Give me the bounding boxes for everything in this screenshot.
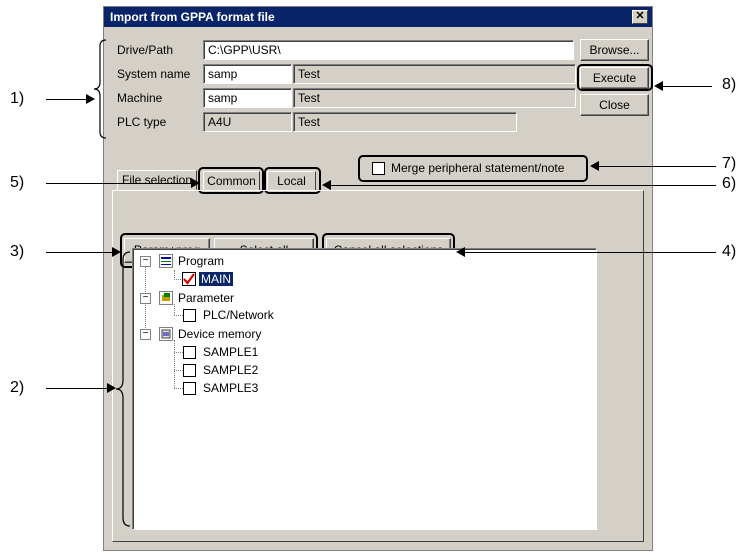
callout-5-arrow xyxy=(191,178,200,188)
callout-5: 5) xyxy=(10,174,25,191)
callout-8-line xyxy=(662,86,712,87)
drive-path-field[interactable]: C:\GPP\USR\ xyxy=(203,40,574,60)
collapse-icon[interactable]: − xyxy=(140,256,151,267)
system-name-field[interactable]: samp xyxy=(203,64,292,84)
execute-button[interactable]: Execute xyxy=(580,67,649,89)
tree-node-parameter[interactable]: Parameter xyxy=(178,291,234,305)
sample2-checkbox[interactable] xyxy=(183,364,196,377)
tree-node-main[interactable]: MAIN xyxy=(199,272,233,286)
tree-node-sample2[interactable]: SAMPLE2 xyxy=(203,363,258,377)
plc-type-field: A4U xyxy=(203,112,292,132)
program-icon xyxy=(159,254,173,268)
callout-3-line xyxy=(46,252,113,253)
callout-2: 2) xyxy=(10,379,25,396)
drive-path-label: Drive/Path xyxy=(117,43,174,57)
callout-3-arrow xyxy=(112,247,121,257)
callout-4: 4) xyxy=(722,243,737,260)
tree-line xyxy=(174,340,175,388)
callout-7: 7) xyxy=(722,155,737,172)
sample1-checkbox[interactable] xyxy=(183,346,196,359)
merge-checkbox[interactable] xyxy=(372,162,385,175)
callout-1: 1) xyxy=(10,90,25,107)
plc-type-label: PLC type xyxy=(117,115,167,129)
collapse-icon[interactable]: − xyxy=(140,329,151,340)
callout-5-line xyxy=(46,183,192,184)
tree-node-plc-network[interactable]: PLC/Network xyxy=(203,308,274,322)
tree-node-sample1[interactable]: SAMPLE1 xyxy=(203,345,258,359)
plc-network-checkbox[interactable] xyxy=(183,309,196,322)
collapse-icon[interactable]: − xyxy=(140,293,151,304)
callout-2-line xyxy=(46,388,108,389)
system-name-label: System name xyxy=(117,67,191,81)
close-icon[interactable]: ✕ xyxy=(632,10,648,24)
callout-7-line xyxy=(598,166,716,167)
machine-comment: Test xyxy=(293,88,576,108)
brace-1 xyxy=(93,39,107,139)
sample3-checkbox[interactable] xyxy=(183,382,196,395)
close-button[interactable]: Close xyxy=(580,94,649,116)
browse-button[interactable]: Browse... xyxy=(580,39,649,61)
callout-8: 8) xyxy=(722,76,737,93)
callout-1-line xyxy=(46,99,86,100)
plc-type-comment: Test xyxy=(293,112,517,132)
callout-6: 6) xyxy=(722,175,737,192)
tree-line xyxy=(174,304,175,315)
tab-file-selection[interactable]: File selection xyxy=(117,170,197,190)
tree-node-device-memory[interactable]: Device memory xyxy=(178,327,261,341)
tab-local[interactable]: Local xyxy=(267,171,316,191)
dialog-title: Import from GPPA format file xyxy=(104,7,652,27)
system-name-comment: Test xyxy=(293,64,576,84)
tree-node-sample3[interactable]: SAMPLE3 xyxy=(203,381,258,395)
tab-common[interactable]: Common xyxy=(203,171,260,191)
tree-line xyxy=(174,370,183,371)
tree-line xyxy=(174,388,183,389)
callout-4-line xyxy=(464,252,716,253)
machine-label: Machine xyxy=(117,91,163,105)
machine-field[interactable]: samp xyxy=(203,88,292,108)
tree-line xyxy=(174,315,183,316)
merge-checkbox-label: Merge peripheral statement/note xyxy=(391,161,565,175)
parameter-icon xyxy=(159,291,173,305)
callout-3: 3) xyxy=(10,243,25,260)
tree-node-program[interactable]: Program xyxy=(178,254,224,268)
device-memory-icon xyxy=(159,327,173,341)
callout-1-arrow xyxy=(86,94,95,104)
tree-line xyxy=(174,352,183,353)
callout-2-arrow xyxy=(107,383,116,393)
callout-6-line xyxy=(330,185,716,186)
main-checkbox[interactable] xyxy=(182,272,196,286)
